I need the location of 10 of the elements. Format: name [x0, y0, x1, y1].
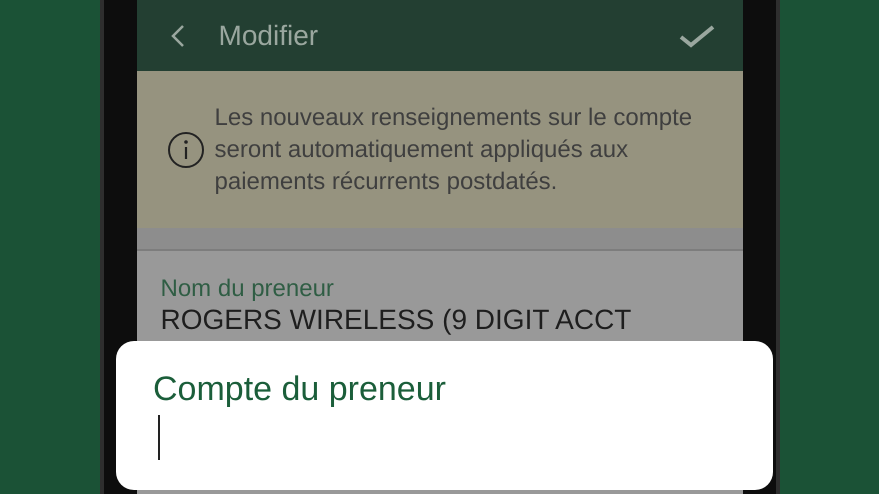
text-cursor [158, 415, 160, 460]
screen-title: Modifier [218, 18, 318, 52]
field-label: Compte du preneur [153, 369, 447, 409]
info-message: Les nouveaux renseignements sur le compte seront automatiquement appliqués aux paiements récurrents postdatés. [214, 102, 694, 196]
back-icon [170, 24, 184, 48]
check-icon [678, 24, 714, 48]
field-value: ROGERS WIRELESS (9 DIGIT ACCT [160, 303, 632, 337]
field-label: Nom du preneur [160, 275, 335, 303]
info-icon [166, 130, 204, 168]
account-input-field[interactable]: Compte du preneur [153, 369, 733, 460]
